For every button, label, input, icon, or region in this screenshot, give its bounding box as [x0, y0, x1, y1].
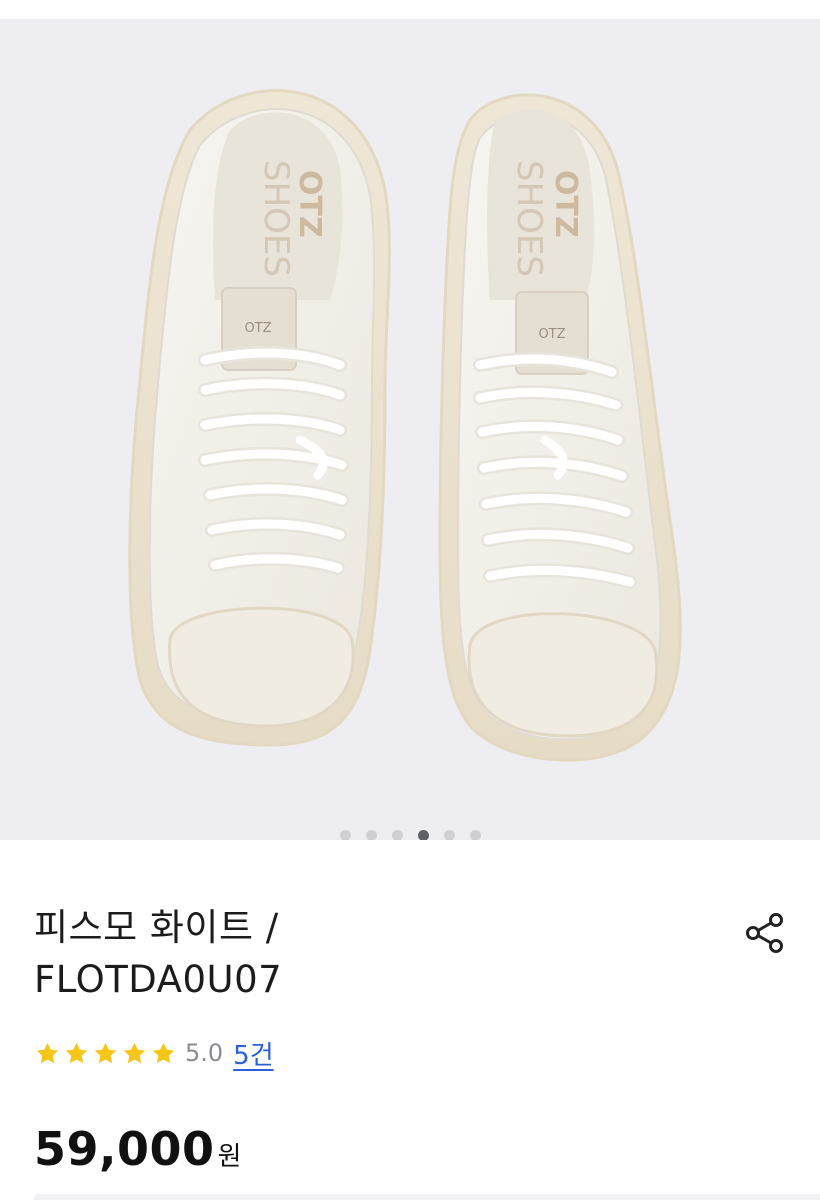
- right-shoe: OTZ SHOES OTZ: [438, 93, 682, 762]
- tongue-label-left: OTZ: [244, 321, 271, 336]
- share-button[interactable]: [740, 908, 790, 958]
- rating-score: 5.0: [185, 1039, 224, 1067]
- star-icon: [36, 1042, 59, 1063]
- product-image-gallery[interactable]: OTZ SHOES OTZ OTZ SHOES OTZ: [0, 20, 820, 840]
- product-title-line1: 피스모 화이트 /: [34, 906, 279, 949]
- insole-text-left: SHOES: [256, 160, 296, 277]
- rating: 5.0 5건: [34, 1035, 274, 1072]
- star-icon: [123, 1042, 146, 1063]
- carousel-dot-active[interactable]: [417, 829, 429, 840]
- carousel-dot[interactable]: [339, 829, 351, 840]
- product-page: OTZ SHOES OTZ OTZ SHOES OTZ 피스모 화이트 / FL…: [0, 0, 820, 1200]
- share-icon: [746, 913, 783, 953]
- review-count-link[interactable]: 5건: [233, 1035, 273, 1072]
- insole-brand-right: OTZ: [548, 170, 583, 238]
- product-image: OTZ SHOES OTZ OTZ SHOES OTZ: [128, 89, 682, 762]
- tongue-label-right: OTZ: [538, 327, 565, 342]
- product-title-line2: FLOTDA0U07: [34, 958, 283, 1001]
- price-value: 59,000: [34, 1122, 215, 1176]
- product-title: 피스모 화이트 / FLOTDA0U07: [34, 902, 674, 1006]
- star-icon: [94, 1042, 117, 1063]
- product-info: 피스모 화이트 / FLOTDA0U07 5.0 5건 59,000 원: [0, 840, 820, 1200]
- rating-stars: [34, 1040, 177, 1067]
- left-shoe: OTZ SHOES OTZ: [128, 89, 391, 747]
- carousel-dot[interactable]: [443, 829, 455, 840]
- carousel-dots[interactable]: [0, 828, 820, 840]
- carousel-dot[interactable]: [391, 829, 403, 840]
- section-divider: [34, 1194, 820, 1200]
- carousel-dot[interactable]: [469, 829, 481, 840]
- price: 59,000 원: [34, 1122, 241, 1176]
- price-currency: 원: [217, 1142, 242, 1172]
- insole-text-right: SHOES: [509, 160, 549, 277]
- carousel-dot[interactable]: [365, 829, 377, 840]
- insole-brand-left: OTZ: [292, 170, 327, 238]
- top-strip: [0, 0, 820, 20]
- star-icon: [65, 1042, 88, 1063]
- star-icon: [152, 1042, 175, 1063]
